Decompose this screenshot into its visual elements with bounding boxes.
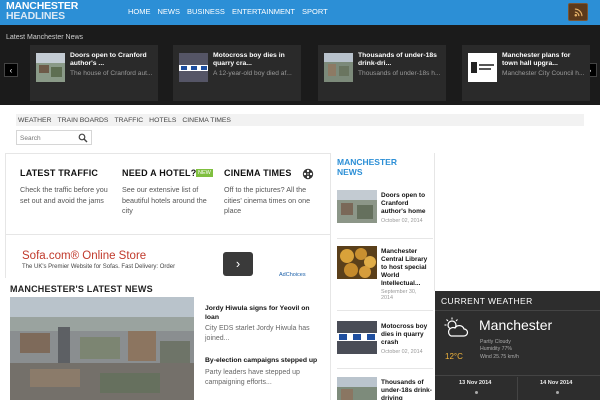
weather-temperature: 12°C — [445, 352, 463, 361]
ticker-item-excerpt: The house of Cranford aut... — [70, 70, 153, 77]
forecast-dot — [556, 391, 559, 394]
news-date: September 30, 2014 — [381, 289, 417, 302]
news-headline[interactable]: Doors open to Cranford author's home — [381, 192, 433, 216]
ad-banner[interactable]: Sofa.com® Online Store The UK's Premier … — [10, 244, 330, 280]
tab-train-boards[interactable]: TRAIN BOARDS — [57, 117, 108, 124]
chevron-right-icon: › — [235, 256, 241, 271]
weather-title: CURRENT WEATHER — [441, 296, 533, 306]
latest-news-headline[interactable]: Jordy Hiwula signs for Yeovil on loan — [205, 305, 325, 322]
ticker-item-excerpt: Manchester City Council h... — [502, 70, 585, 77]
feature-traffic[interactable]: LATEST TRAFFIC Check the traffic before … — [20, 168, 116, 206]
forecast-day: 13 Nov 2014 — [459, 380, 492, 386]
divider — [5, 153, 330, 154]
ticker-item[interactable]: Motocross boy dies in quarry cra... A 12… — [173, 45, 301, 101]
weather-wind: Wind 25.75 km/h — [480, 353, 519, 360]
news-thumbnail — [337, 377, 377, 400]
ticker-item-title: Manchester plans for town hall upgra... — [502, 52, 571, 67]
ticker-thumbnail — [179, 53, 208, 82]
divider — [435, 310, 600, 311]
news-thumbnail — [337, 246, 377, 279]
nav-home[interactable]: HOME — [128, 7, 151, 16]
news-thumbnail — [337, 190, 377, 223]
film-reel-icon — [302, 168, 314, 180]
weather-details: Partly Cloudy Humidity 77% Wind 25.75 km… — [480, 339, 519, 361]
nav-sport[interactable]: SPORT — [302, 7, 328, 16]
ticker-item-title: Motocross boy dies in quarry cra... — [213, 52, 285, 67]
feature-text: See our extensive list of beautiful hote… — [122, 185, 207, 215]
latest-news-image[interactable] — [10, 297, 194, 400]
latest-news-item[interactable]: Jordy Hiwula signs for Yeovil on loan Ci… — [205, 305, 325, 344]
ad-description: The UK's Premier Website for Sofas. Fast… — [22, 264, 176, 270]
ticker-thumbnail — [468, 53, 497, 82]
latest-news-excerpt: City EDS starlet Jordy Hiwula has joined… — [205, 325, 310, 342]
ticker-thumbnail — [36, 53, 65, 82]
divider — [5, 234, 330, 235]
weather-humidity: Humidity 77% — [480, 346, 513, 353]
news-date: October 02, 2014 — [381, 349, 423, 355]
latest-news-title: MANCHESTER'S LATEST NEWS — [10, 284, 153, 294]
search-icon[interactable] — [78, 133, 88, 143]
manchester-news-item[interactable]: Manchester Central Library to host speci… — [337, 246, 433, 302]
ad-arrow-button[interactable]: › — [223, 252, 253, 276]
feature-text: Off to the pictures? All the cities' cin… — [224, 185, 311, 215]
news-date: October 02, 2014 — [381, 218, 423, 224]
ticker-item-title: Doors open to Cranford author's ... — [70, 52, 147, 67]
main-nav: HOME NEWS BUSINESS ENTERTAINMENT SPORT — [128, 7, 335, 16]
divider — [435, 375, 600, 376]
utility-tabs: WEATHER TRAIN BOARDS TRAFFIC HOTELS CINE… — [16, 114, 584, 126]
tab-weather[interactable]: WEATHER — [18, 117, 51, 124]
search-box — [16, 130, 92, 145]
column-divider — [330, 153, 331, 400]
feature-text: Check the traffic before you set out and… — [20, 185, 108, 205]
divider — [337, 238, 433, 239]
partly-cloudy-icon — [444, 317, 469, 337]
ticker-item[interactable]: Manchester plans for town hall upgra... … — [462, 45, 590, 101]
new-badge: NEW — [196, 169, 213, 177]
forecast-divider — [517, 377, 518, 400]
ticker-prev-button[interactable]: ‹ — [4, 63, 18, 77]
manchester-news-item[interactable]: Doors open to Cranford author's home Oct… — [337, 190, 433, 230]
chevron-left-icon: ‹ — [9, 66, 13, 75]
search-input[interactable] — [20, 133, 76, 143]
feature-title: LATEST TRAFFIC — [20, 168, 99, 178]
weather-widget: CURRENT WEATHER Manchester Partly Cloudy… — [435, 291, 600, 400]
ad-title[interactable]: Sofa.com® Online Store — [22, 250, 146, 262]
news-thumbnail — [337, 321, 377, 354]
ticker-item[interactable]: Thousands of under-18s drink-dri... Thou… — [318, 45, 446, 101]
latest-news-item[interactable]: By-election campaigns stepped up Party l… — [205, 357, 325, 388]
weather-condition: Partly Cloudy — [480, 339, 511, 345]
tab-traffic[interactable]: TRAFFIC — [114, 117, 143, 124]
column-divider — [434, 153, 435, 291]
ad-choices-link[interactable]: AdChoices — [279, 272, 306, 278]
rss-icon[interactable] — [568, 3, 588, 21]
ticker-item[interactable]: Doors open to Cranford author's ... The … — [30, 45, 158, 101]
divider — [337, 310, 433, 311]
ticker-thumbnail — [324, 53, 353, 82]
divider — [337, 368, 433, 369]
forecast-day: 14 Nov 2014 — [540, 380, 573, 386]
logo-line-2: HEADLINES — [6, 9, 65, 22]
manchester-news-item[interactable]: Thousands of under-18s drink-driving — [337, 377, 433, 400]
manchester-news-item[interactable]: Motocross boy dies in quarry crash Octob… — [337, 321, 433, 361]
column-divider — [5, 153, 6, 278]
site-logo[interactable]: MANCHESTER HEADLINES — [6, 1, 116, 22]
ticker-item-title: Thousands of under-18s drink-dri... — [358, 52, 437, 67]
nav-news[interactable]: NEWS — [158, 7, 181, 16]
forecast-dot — [475, 391, 478, 394]
ticker-item-excerpt: A 12-year-old boy died af... — [213, 70, 292, 77]
news-headline[interactable]: Motocross boy dies in quarry crash — [381, 323, 433, 347]
tab-hotels[interactable]: HOTELS — [149, 117, 176, 124]
news-headline[interactable]: Manchester Central Library to host speci… — [381, 248, 433, 288]
nav-business[interactable]: BUSINESS — [187, 7, 225, 16]
tab-cinema-times[interactable]: CINEMA TIMES — [182, 117, 231, 124]
weather-city: Manchester — [479, 317, 553, 333]
news-headline[interactable]: Thousands of under-18s drink-driving — [381, 379, 433, 400]
latest-news-excerpt: Party leaders have stepped up campaignin… — [205, 368, 300, 386]
ticker-title: Latest Manchester News — [6, 34, 84, 41]
manchester-news-title: MANCHESTER NEWS — [337, 157, 397, 177]
ticker-item-excerpt: Thousands of under-18s h... — [358, 70, 441, 77]
nav-entertainment[interactable]: ENTERTAINMENT — [232, 7, 295, 16]
rss-glyph-icon — [574, 8, 583, 17]
latest-news-headline[interactable]: By-election campaigns stepped up — [205, 357, 325, 366]
